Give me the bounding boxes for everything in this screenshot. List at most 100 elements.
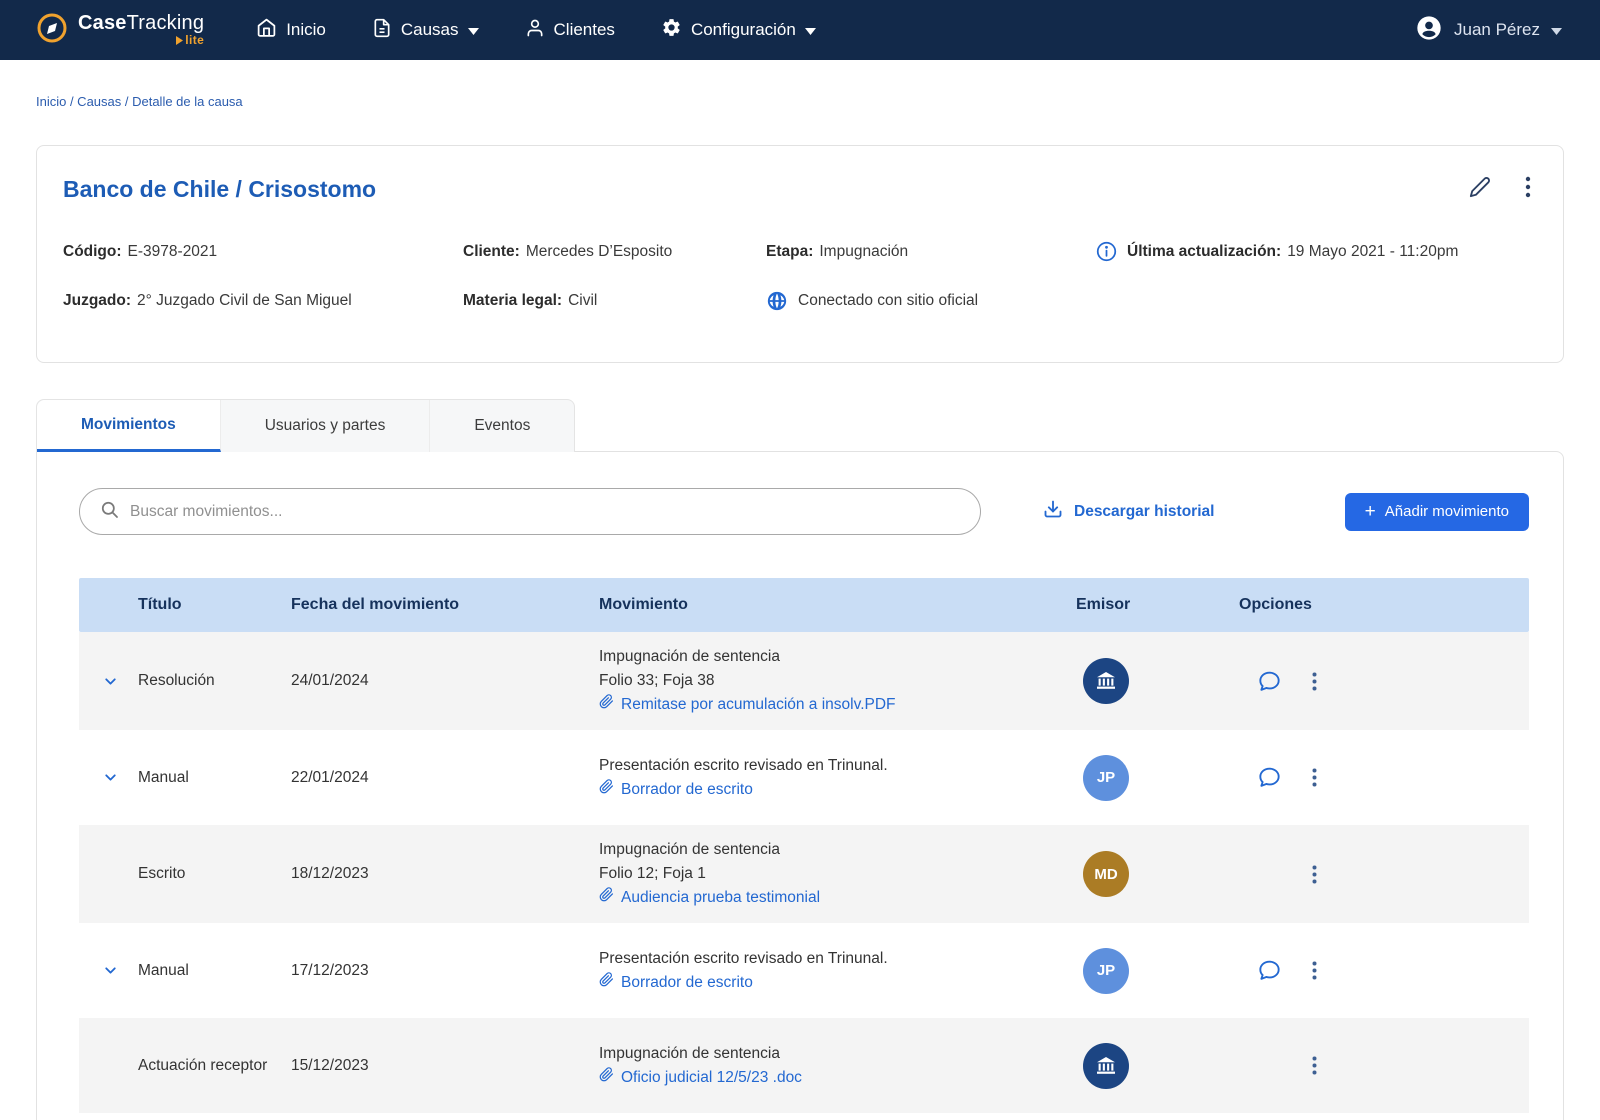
brand-compass-icon [36,12,68,49]
chevron-down-icon [1551,20,1562,40]
court-building-icon [1083,1042,1129,1089]
nav-item-causas[interactable]: Causas [372,18,479,43]
table-row: Resolución 24/01/2024 Impugnación de sen… [79,632,1529,731]
comment-icon[interactable] [1257,765,1282,790]
nav-label-causas: Causas [400,20,459,39]
header-movimiento: Movimiento [599,596,688,613]
download-history-button[interactable]: Descargar historial [1043,499,1214,524]
movement-description: Impugnación de sentencia [599,1044,780,1062]
brand-sub: lite [78,34,204,47]
paperclip-icon [599,778,614,802]
add-movement-button[interactable]: + Añadir movimiento [1344,492,1529,531]
search-box [79,488,981,535]
table-body: Resolución 24/01/2024 Impugnación de sen… [79,632,1529,1114]
brand-name: CaseTracking [78,12,205,35]
emisor-avatar: MD [1083,851,1129,898]
tab-usuarios-y-partes[interactable]: Usuarios y partes [221,400,431,452]
search-icon [100,500,119,524]
kebab-menu-icon[interactable] [1525,176,1531,198]
nav-item-clientes[interactable]: Clientes [525,18,615,43]
row-titulo: Resolución [138,672,215,690]
table-row: Actuación receptor 15/12/2023 Impugnació… [79,1018,1529,1114]
download-icon [1043,499,1063,524]
breadcrumb[interactable]: Inicio / Causas / Detalle de la causa [0,60,1600,109]
header-titulo: Título [138,596,182,613]
nav-label-clientes: Clientes [553,20,615,39]
tab-bar: Movimientos Usuarios y partes Eventos [36,399,576,452]
table-header: Título Fecha del movimiento Movimiento E… [79,578,1529,632]
header-opciones: Opciones [1239,596,1312,613]
emisor-avatar: JP [1083,754,1129,801]
add-movement-label: Añadir movimiento [1384,503,1509,520]
paperclip-icon [599,1066,614,1090]
nav-item-inicio[interactable]: Inicio [256,17,326,43]
nav-item-configuracion[interactable]: Configuración [661,17,816,43]
row-titulo: Escrito [138,865,186,883]
kebab-menu-icon[interactable] [1312,1056,1317,1075]
avatar-icon [1415,14,1443,47]
field-conectado: Conectado con sitio oficial [766,290,1096,312]
case-fields: Código: E-3978-2021 Cliente: Mercedes D’… [63,241,1535,312]
field-cliente: Cliente: Mercedes D’Esposito [463,242,673,260]
movement-description: Impugnación de sentencia [599,648,780,665]
court-building-icon [1083,658,1129,705]
chevron-down-icon [467,20,479,40]
user-menu[interactable]: Juan Pérez [1415,14,1562,47]
tab-movimientos[interactable]: Movimientos [37,400,221,452]
nav-label-configuracion: Configuración [690,20,796,39]
field-actualizacion: Última actualización: 19 Mayo 2021 - 11:… [1096,241,1535,262]
field-juzgado: Juzgado: 2° Juzgado Civil de San Miguel [63,292,352,309]
paperclip-icon [599,886,614,910]
kebab-menu-icon[interactable] [1312,768,1317,787]
row-titulo: Actuación receptor [138,1056,268,1074]
chevron-down-icon[interactable] [102,962,119,979]
user-name: Juan Pérez [1454,20,1540,39]
person-icon [525,18,545,43]
play-icon [176,36,184,45]
chevron-down-icon[interactable] [102,769,119,786]
row-fecha: 18/12/2023 [291,865,369,883]
nav-label-inicio: Inicio [286,20,326,39]
emisor-avatar: JP [1083,947,1129,994]
field-materia: Materia legal: Civil [463,292,598,309]
field-codigo: Código: E-3978-2021 [63,242,218,260]
attachment-link[interactable]: Remitase por acumulación a insolv.PDF [599,693,1031,717]
comment-icon[interactable] [1257,669,1282,694]
field-etapa: Etapa: Impugnación [766,242,909,260]
row-fecha: 17/12/2023 [291,961,369,979]
attachment-link[interactable]: Oficio judicial 12/5/23 .doc [599,1066,1031,1090]
header-fecha: Fecha del movimiento [291,596,460,613]
brand-logo[interactable]: CaseTracking lite [36,12,204,49]
row-fecha: 15/12/2023 [291,1056,369,1074]
movement-description: Presentación escrito revisado en Trinuna… [599,949,888,967]
row-titulo: Manual [138,768,189,786]
navbar: CaseTracking lite Inicio Causas Clientes… [0,0,1600,60]
attachment-link[interactable]: Borrador de escrito [599,971,1031,995]
row-titulo: Manual [138,961,189,979]
attachment-link[interactable]: Borrador de escrito [599,778,1031,802]
chevron-down-icon[interactable] [102,673,119,690]
comment-icon[interactable] [1257,958,1282,983]
kebab-menu-icon[interactable] [1312,961,1317,980]
edit-pencil-icon[interactable] [1469,176,1491,198]
info-icon[interactable] [1096,241,1117,262]
movements-panel: Descargar historial + Añadir movimiento … [36,451,1564,1120]
movement-description: Presentación escrito revisado en Trinuna… [599,756,888,774]
attachment-link[interactable]: Audiencia prueba testimonial [599,886,1031,910]
header-emisor: Emisor [1076,596,1131,613]
page-title: Banco de Chile / Crisostomo [63,176,377,202]
movement-folio: Folio 12; Foja 1 [599,865,706,883]
kebab-menu-icon[interactable] [1312,865,1317,884]
document-icon [372,18,392,43]
case-card: Banco de Chile / Crisostomo Código: E-39… [36,145,1564,363]
globe-icon [766,290,788,312]
movements-table: Título Fecha del movimiento Movimiento E… [79,578,1529,1114]
nav-items: Inicio Causas Clientes Configuración [256,17,1415,43]
home-icon [256,17,277,43]
row-fecha: 22/01/2024 [291,768,369,786]
chevron-down-icon [804,20,816,40]
table-row: Manual 22/01/2024 Presentación escrito r… [79,730,1529,825]
tab-eventos[interactable]: Eventos [430,400,574,452]
search-input[interactable] [130,502,960,521]
kebab-menu-icon[interactable] [1312,672,1317,691]
